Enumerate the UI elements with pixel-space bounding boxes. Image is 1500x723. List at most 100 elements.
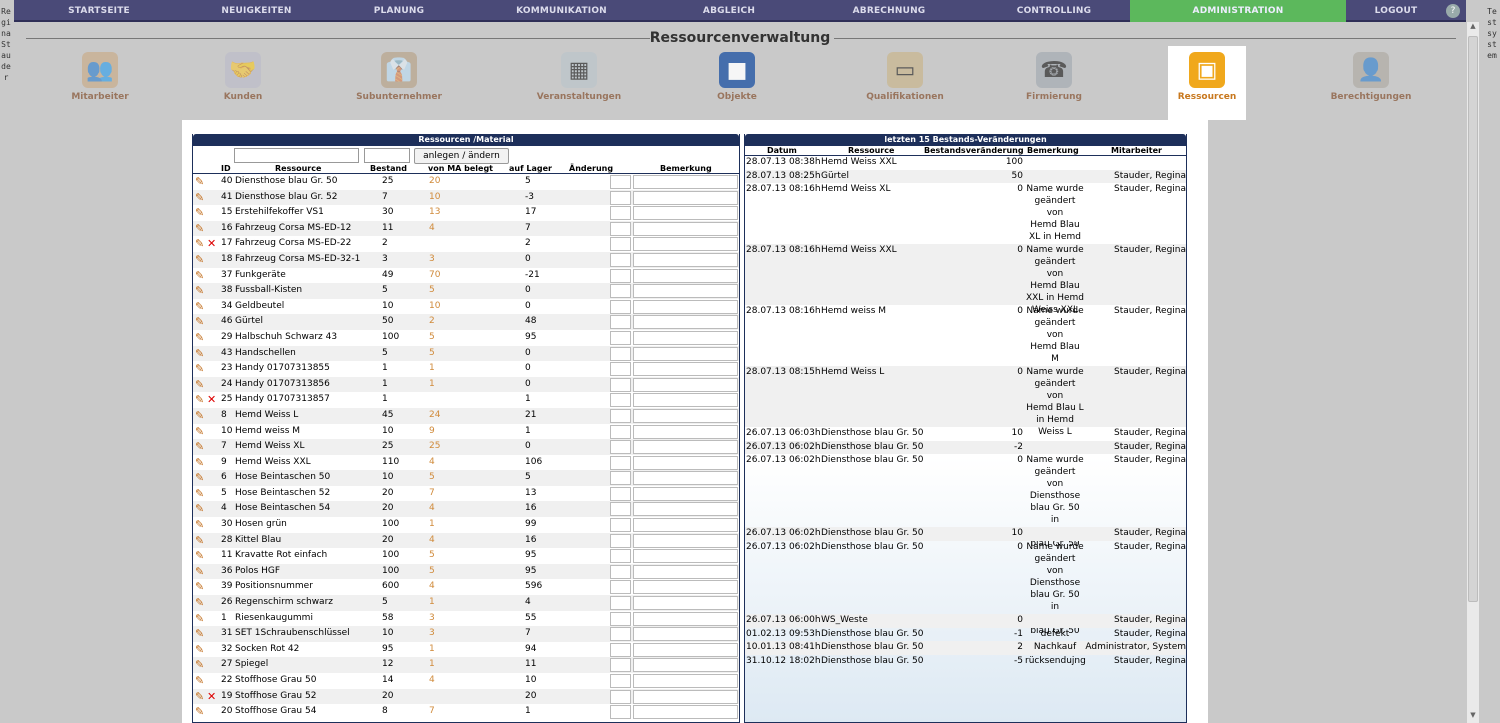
edit-pencil-icon[interactable]: ✎	[195, 626, 204, 641]
remark-input[interactable]	[633, 362, 738, 377]
remark-input[interactable]	[633, 190, 738, 205]
remark-input[interactable]	[633, 486, 738, 501]
create-change-button[interactable]: anlegen / ändern	[414, 148, 509, 164]
edit-pencil-icon[interactable]: ✎	[195, 392, 204, 407]
remark-input[interactable]	[633, 237, 738, 252]
remark-input[interactable]	[633, 564, 738, 579]
edit-pencil-icon[interactable]: ✎	[195, 190, 204, 205]
module-subunternehmer[interactable]: 👔 Subunternehmer	[356, 46, 442, 120]
edit-pencil-icon[interactable]: ✎	[195, 689, 204, 704]
change-input[interactable]	[610, 502, 631, 517]
change-input[interactable]	[610, 175, 631, 189]
change-input[interactable]	[610, 564, 631, 579]
change-input[interactable]	[610, 440, 631, 455]
nav-abrechnung[interactable]: ABRECHNUNG	[804, 0, 974, 22]
change-input[interactable]	[610, 268, 631, 283]
edit-pencil-icon[interactable]: ✎	[195, 361, 204, 376]
remark-input[interactable]	[633, 580, 738, 595]
change-input[interactable]	[610, 237, 631, 252]
edit-pencil-icon[interactable]: ✎	[195, 408, 204, 423]
resource-amount-input[interactable]	[364, 148, 410, 163]
remark-input[interactable]	[633, 424, 738, 439]
remark-input[interactable]	[633, 206, 738, 221]
change-input[interactable]	[610, 315, 631, 330]
remark-input[interactable]	[633, 549, 738, 564]
delete-x-icon[interactable]: ✕	[207, 236, 216, 251]
edit-pencil-icon[interactable]: ✎	[195, 704, 204, 719]
remark-input[interactable]	[633, 533, 738, 548]
remark-input[interactable]	[633, 408, 738, 423]
change-input[interactable]	[610, 627, 631, 642]
change-input[interactable]	[610, 252, 631, 267]
change-input[interactable]	[610, 689, 631, 704]
edit-pencil-icon[interactable]: ✎	[195, 548, 204, 563]
edit-pencil-icon[interactable]: ✎	[195, 236, 204, 251]
remark-input[interactable]	[633, 689, 738, 704]
edit-pencil-icon[interactable]: ✎	[195, 673, 204, 688]
edit-pencil-icon[interactable]: ✎	[195, 346, 204, 361]
module-objekte[interactable]: ■ Objekte	[698, 46, 776, 120]
change-input[interactable]	[610, 221, 631, 236]
edit-pencil-icon[interactable]: ✎	[195, 283, 204, 298]
module-mitarbeiter[interactable]: 👥 Mitarbeiter	[61, 46, 139, 120]
edit-pencil-icon[interactable]: ✎	[195, 501, 204, 516]
remark-input[interactable]	[633, 455, 738, 470]
change-input[interactable]	[610, 518, 631, 533]
change-input[interactable]	[610, 455, 631, 470]
module-veranstaltungen[interactable]: ▦ Veranstaltungen	[537, 46, 621, 120]
help-icon[interactable]: ?	[1446, 4, 1460, 18]
nav-kommunikation[interactable]: KOMMUNIKATION	[469, 0, 654, 22]
change-input[interactable]	[610, 642, 631, 657]
change-input[interactable]	[610, 362, 631, 377]
remark-input[interactable]	[633, 471, 738, 486]
edit-pencil-icon[interactable]: ✎	[195, 377, 204, 392]
change-input[interactable]	[610, 596, 631, 611]
change-input[interactable]	[610, 424, 631, 439]
remark-input[interactable]	[633, 252, 738, 267]
edit-pencil-icon[interactable]: ✎	[195, 611, 204, 626]
edit-pencil-icon[interactable]: ✎	[195, 252, 204, 267]
edit-pencil-icon[interactable]: ✎	[195, 455, 204, 470]
nav-controlling[interactable]: CONTROLLING	[974, 0, 1134, 22]
change-input[interactable]	[610, 705, 631, 720]
module-qualifikationen[interactable]: ▭ Qualifikationen	[866, 46, 944, 120]
edit-pencil-icon[interactable]: ✎	[195, 517, 204, 532]
change-input[interactable]	[610, 549, 631, 564]
remark-input[interactable]	[633, 175, 738, 189]
change-input[interactable]	[610, 408, 631, 423]
nav-planung[interactable]: PLANUNG	[329, 0, 469, 22]
remark-input[interactable]	[633, 221, 738, 236]
remark-input[interactable]	[633, 642, 738, 657]
remark-input[interactable]	[633, 284, 738, 299]
edit-pencil-icon[interactable]: ✎	[195, 642, 204, 657]
edit-pencil-icon[interactable]: ✎	[195, 268, 204, 283]
remark-input[interactable]	[633, 674, 738, 688]
module-firmierung[interactable]: ☎ Firmierung	[1015, 46, 1093, 120]
remark-input[interactable]	[633, 393, 738, 408]
remark-input[interactable]	[633, 299, 738, 314]
change-input[interactable]	[610, 330, 631, 345]
edit-pencil-icon[interactable]: ✎	[195, 205, 204, 220]
remark-input[interactable]	[633, 502, 738, 517]
edit-pencil-icon[interactable]: ✎	[195, 579, 204, 594]
change-input[interactable]	[610, 393, 631, 408]
change-input[interactable]	[610, 377, 631, 392]
change-input[interactable]	[610, 299, 631, 314]
module-ressourcen[interactable]: ▣ Ressourcen	[1168, 46, 1246, 120]
remark-input[interactable]	[633, 440, 738, 455]
remark-input[interactable]	[633, 658, 738, 673]
remark-input[interactable]	[633, 627, 738, 642]
change-input[interactable]	[610, 580, 631, 595]
change-input[interactable]	[610, 486, 631, 501]
module-berechtigungen[interactable]: 👤 Berechtigungen	[1331, 46, 1411, 120]
nav-neuigkeiten[interactable]: NEUIGKEITEN	[184, 0, 329, 22]
edit-pencil-icon[interactable]: ✎	[195, 330, 204, 345]
edit-pencil-icon[interactable]: ✎	[195, 174, 204, 189]
edit-pencil-icon[interactable]: ✎	[195, 533, 204, 548]
change-input[interactable]	[610, 611, 631, 626]
remark-input[interactable]	[633, 346, 738, 361]
nav-logout[interactable]: LOGOUT	[1346, 0, 1446, 22]
change-input[interactable]	[610, 190, 631, 205]
edit-pencil-icon[interactable]: ✎	[195, 564, 204, 579]
delete-x-icon[interactable]: ✕	[207, 392, 216, 407]
